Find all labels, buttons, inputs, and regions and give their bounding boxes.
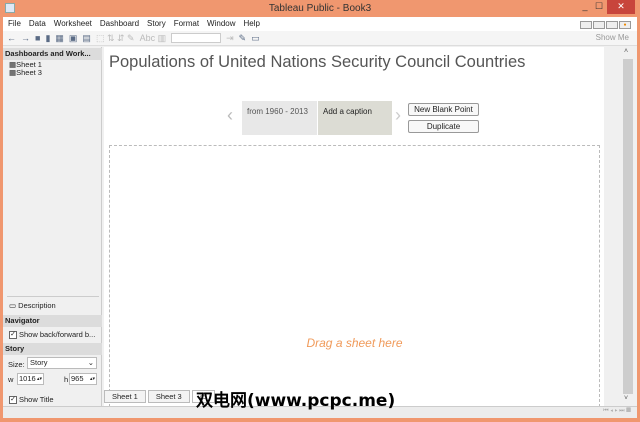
menu-format[interactable]: Format (174, 17, 199, 31)
sheet-navigation-icons[interactable]: ⏮ ◂ ▸ ⏭ ▦ (603, 408, 631, 415)
fit-dropdown[interactable] (171, 33, 222, 43)
width-input[interactable]: 1016 ▴▾ (17, 373, 44, 385)
navigator-header: Navigator (3, 315, 102, 327)
app-window: File Data Worksheet Dashboard Story Form… (3, 17, 637, 418)
view-icon-3[interactable] (606, 21, 618, 29)
story-header: Story (3, 343, 102, 355)
drop-hint: Drag a sheet here (306, 336, 403, 350)
scroll-up-icon[interactable]: ˄ (624, 48, 628, 55)
story-canvas: Populations of United Nations Security C… (104, 47, 604, 407)
show-me-button[interactable]: Show Me (596, 33, 629, 42)
size-select[interactable]: Story ⌄ (27, 357, 97, 369)
sheet-drop-zone[interactable]: Drag a sheet here (109, 145, 600, 407)
checkbox-icon: ✓ (9, 331, 17, 340)
new-blank-point-button[interactable]: New Blank Point (408, 103, 479, 116)
menu-window[interactable]: Window (207, 17, 235, 31)
maximize-button[interactable]: ☐ (592, 0, 606, 14)
highlight-icon[interactable]: ✎ (239, 33, 247, 44)
height-label: h (64, 375, 69, 384)
story-point[interactable]: from 1960 - 2013 (242, 101, 317, 135)
next-point-arrow[interactable]: › (395, 105, 401, 126)
menu-story[interactable]: Story (147, 17, 166, 31)
new-worksheet-icon[interactable]: ▦ (55, 33, 64, 44)
story-point-selected[interactable]: Add a caption (318, 101, 392, 135)
minimize-button[interactable]: _ (578, 0, 592, 14)
save-icon[interactable]: ■ (35, 33, 40, 43)
back-icon[interactable]: ← (7, 33, 16, 43)
story-title[interactable]: Populations of United Nations Security C… (109, 53, 525, 72)
tab-sheet-1[interactable]: Sheet 1 (104, 390, 146, 403)
checkbox-icon: ✓ (9, 396, 17, 405)
duplicate-icon[interactable]: ▣ (69, 33, 78, 44)
view-icon-2[interactable] (593, 21, 605, 29)
show-title-checkbox[interactable]: ✓ Show Title (9, 395, 54, 405)
watermark: 双电网(www.pcpc.me) (196, 391, 396, 411)
swap-icon[interactable]: ⬚ ⇅ ⇵ ✎ (96, 33, 135, 44)
tab-sheet-3[interactable]: Sheet 3 (147, 390, 190, 403)
vertical-scrollbar[interactable]: ˄ ˅ (606, 47, 635, 406)
width-label: w (8, 375, 14, 384)
datasource-icon[interactable]: ▮ (45, 33, 50, 44)
menu-data[interactable]: Data (29, 17, 46, 31)
view-buttons: ● (580, 21, 631, 29)
menu-file[interactable]: File (8, 17, 21, 31)
height-input[interactable]: 965 ▴▾ (69, 373, 97, 385)
menu-bar: File Data Worksheet Dashboard Story Form… (3, 17, 637, 31)
scroll-down-icon[interactable]: ˅ (624, 395, 628, 402)
labels-icon[interactable]: Abc ▥ (140, 33, 167, 44)
scroll-thumb[interactable] (623, 59, 633, 394)
show-back-forward-checkbox[interactable]: ✓ Show back/forward b... (9, 330, 95, 340)
view-icon-4[interactable]: ● (619, 21, 631, 29)
window-title: Tableau Public - Book3 (268, 3, 372, 14)
dashboards-header: Dashboards and Work... (3, 48, 102, 60)
view-icon-1[interactable] (580, 21, 592, 29)
toolbar: ← → ■ ▮ ▦ ▣ ▤ ⬚ ⇅ ⇵ ✎ Abc ▥ ⇥ ✎ ▭ (3, 31, 637, 46)
menu-worksheet[interactable]: Worksheet (54, 17, 92, 31)
forward-icon[interactable]: → (21, 33, 30, 43)
close-button[interactable]: ✕ (607, 0, 635, 14)
clear-icon[interactable]: ▤ (82, 33, 91, 44)
sheet-item[interactable]: ▦Sheet 3 (9, 68, 42, 77)
previous-point-arrow[interactable]: ‹ (227, 105, 233, 126)
left-panel: Dashboards and Work... ▦Sheet 1 ▦Sheet 3… (3, 47, 102, 406)
fix-axes-icon[interactable]: ⇥ (226, 33, 234, 44)
size-label: Size: (8, 360, 25, 369)
duplicate-button[interactable]: Duplicate (408, 120, 479, 133)
menu-help[interactable]: Help (244, 17, 260, 31)
description-button[interactable]: ▭ Description (9, 301, 56, 310)
presentation-icon[interactable]: ▭ (251, 33, 260, 44)
menu-dashboard[interactable]: Dashboard (100, 17, 139, 31)
